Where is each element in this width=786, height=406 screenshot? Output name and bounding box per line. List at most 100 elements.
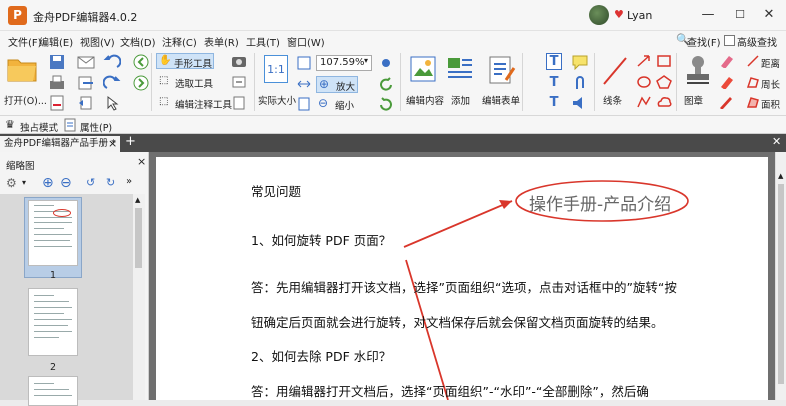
menu-form[interactable]: 表单(R) [204,34,239,49]
eraser-icon[interactable] [718,54,734,68]
thumb-zoom-in-icon[interactable]: ⊕ [42,175,54,191]
sound-icon[interactable] [571,95,589,111]
area-icon [746,97,759,108]
tab-close-icon[interactable]: × [108,136,117,152]
more-icon[interactable]: » [126,176,132,187]
actual-size-button[interactable]: 实际大小 [258,93,296,107]
menu-file[interactable]: 文件(F) [8,34,42,49]
pen-icon[interactable] [718,95,734,109]
edit-annot-tool-button[interactable]: 编辑注释工具 [175,97,232,111]
typewriter-icon[interactable] [231,75,247,89]
add-icon[interactable] [444,54,476,86]
scroll-thumb[interactable] [778,184,784,384]
close-button[interactable]: ✕ [756,4,782,26]
rotate-thumb-right-icon[interactable]: ↻ [106,176,115,189]
stamp-icon[interactable] [684,54,712,86]
chevron-down-icon[interactable]: ▾ [22,178,26,187]
hand-icon: ✋ [159,55,172,66]
redo-icon[interactable] [103,75,121,91]
line-button[interactable]: 线条 [603,93,622,107]
properties-button[interactable]: 属性(P) [80,120,112,134]
page-icon[interactable] [231,96,247,110]
text-box-icon[interactable]: T [546,53,562,70]
fit-page-icon[interactable] [296,55,312,71]
scroll-up-icon[interactable]: ▲ [778,172,783,180]
thumbnail-scrollbar[interactable]: ▲ [133,194,145,400]
area-button[interactable]: 面积 [761,97,780,111]
find-button[interactable]: 查找(F) [687,34,721,49]
select-tool-button[interactable]: 选取工具 [175,76,213,90]
cloud-icon[interactable] [656,95,672,109]
print-icon[interactable] [48,75,66,91]
ellipse-icon[interactable] [636,75,652,89]
restore-button[interactable]: ☐ [727,4,753,26]
zoom-out-icon: ⊖ [318,96,329,110]
camera-icon[interactable] [231,54,247,68]
rotate-left-icon[interactable] [378,76,394,92]
chevron-down-icon[interactable]: ▾ [364,56,368,65]
new-document-icon[interactable] [48,95,66,111]
cursor-icon[interactable] [103,95,121,111]
page-thumbnail[interactable] [28,200,78,266]
fit-width-icon[interactable] [296,76,312,92]
menu-view[interactable]: 视图(V) [80,34,115,49]
perimeter-button[interactable]: 周长 [761,77,780,91]
line-icon[interactable] [600,54,630,88]
thumb-zoom-out-icon[interactable]: ⊖ [60,175,72,191]
document-viewer: 操作手册-产品介绍 常见问题 1、如何旋转 PDF 页面？ 答：先用编辑器打开该… [149,152,775,400]
next-page-icon[interactable] [132,75,150,91]
menu-window[interactable]: 窗口(W) [287,34,325,49]
edit-form-button[interactable]: 编辑表单 [482,93,520,107]
fit-visible-icon[interactable] [296,96,312,112]
panel-close-icon[interactable]: × [137,155,146,168]
standalone-mode-button[interactable]: 独占模式 [20,120,58,134]
page-thumbnail[interactable] [28,376,78,406]
gear-icon[interactable]: ⚙ [6,176,17,190]
note-icon[interactable] [571,54,589,70]
page-nav-icon[interactable] [77,95,95,111]
prev-page-icon[interactable] [132,54,150,70]
open-button[interactable]: 打开(O)... [4,93,47,107]
zoom-in-button[interactable]: ⊕ 放大 [316,76,358,93]
menu-comment[interactable]: 注释(C) [162,34,197,49]
scroll-thumb[interactable] [135,208,142,268]
arrow-icon[interactable] [636,54,652,68]
typewriter-text-icon[interactable]: T [546,95,562,110]
edit-form-icon[interactable] [486,54,518,86]
avatar[interactable] [589,5,609,25]
export-icon[interactable] [77,75,95,91]
menu-bar: 文件(F) 编辑(E) 视图(V) 文档(D) 注释(C) 表单(R) 工具(T… [0,31,786,60]
document-tab[interactable]: 金舟PDF编辑器产品手册 * × [0,136,120,152]
distance-button[interactable]: 距离 [761,56,780,70]
rotate-right-icon[interactable] [378,96,394,112]
rotate-thumb-left-icon[interactable]: ↺ [86,176,95,189]
undo-icon[interactable] [103,54,121,70]
edit-content-button[interactable]: 编辑内容 [406,93,444,107]
rectangle-icon[interactable] [656,54,672,68]
menu-tools[interactable]: 工具(T) [246,34,280,49]
open-folder-icon[interactable] [6,54,38,84]
rotate-icon[interactable] [378,55,394,71]
menu-edit[interactable]: 编辑(E) [39,34,73,49]
document-scrollbar[interactable]: ▲ [775,152,786,400]
text-icon[interactable]: T [546,75,562,90]
attach-icon[interactable] [571,75,589,91]
user-name[interactable]: Lyan [627,9,652,22]
polygon-icon[interactable] [656,75,672,89]
email-icon[interactable] [77,54,95,70]
menu-document[interactable]: 文档(D) [120,34,156,49]
page-thumbnail[interactable] [28,288,78,356]
zoom-out-button[interactable]: 缩小 [335,98,354,112]
close-all-tabs-icon[interactable]: ✕ [772,135,781,148]
highlight-icon[interactable] [718,75,734,89]
scroll-up-icon[interactable]: ▲ [135,196,140,204]
minimize-button[interactable]: — [695,4,721,26]
new-tab-button[interactable]: + [125,134,136,149]
stamp-button[interactable]: 图章 [684,93,703,107]
hand-tool-button[interactable]: ✋ 手形工具 [156,53,214,70]
polyline-icon[interactable] [636,95,652,109]
edit-content-icon[interactable] [408,54,440,86]
add-button[interactable]: 添加 [451,93,470,107]
save-icon[interactable] [48,54,66,70]
annotation-text[interactable]: 操作手册-产品介绍 [529,190,671,215]
